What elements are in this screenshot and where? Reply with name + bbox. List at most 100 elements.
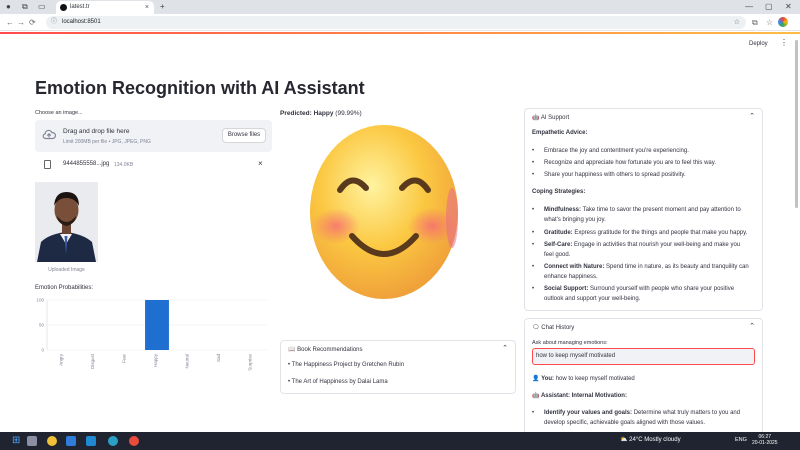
coping-item-name: Social Support: (544, 286, 589, 292)
emotion-probability-chart: 100 50 0 Angry Disgust Fear Happy Neutral Sad Sur… (36, 298, 267, 371)
bullet-icon: • (532, 410, 535, 416)
browser-tab[interactable]: latest.tr × (56, 1, 154, 14)
assistant-label: Assistant: Internal Motivation: (540, 393, 627, 399)
coping-item-text: Spend time in nature, as its beauty and … (606, 264, 749, 270)
uploader-label: Choose an image... (35, 110, 83, 116)
coping-item-name: Gratitude: (544, 230, 573, 236)
bullet-icon: • (532, 230, 535, 236)
clock-date: 20-01-2025 (752, 440, 778, 446)
remove-file-button[interactable]: × (258, 159, 263, 168)
tab-title: latest.tr (70, 4, 90, 10)
coping-item-text: what's bringing you joy. (544, 217, 606, 223)
weather-widget[interactable]: ⛅ 24°C Mostly cloudy (620, 436, 681, 443)
tab-close-icon[interactable]: × (145, 1, 149, 14)
x-tick-label: Happy (153, 353, 158, 367)
file-icon (44, 160, 51, 169)
advice-item: Recognize and appreciate how fortunate y… (544, 160, 716, 166)
weather-temp: 24°C (629, 437, 643, 443)
coping-item-text: Engage in activities that nourish your w… (574, 242, 741, 248)
tab-actions-icon[interactable]: ▭ (38, 0, 46, 14)
chat-history-panel: 🗨 Chat History ⌃ Ask about managing emot… (524, 318, 763, 438)
deploy-button[interactable]: Deploy (749, 41, 768, 47)
new-tab-button[interactable]: + (160, 0, 165, 14)
coping-item: Gratitude: Express gratitude for the thi… (544, 228, 759, 238)
x-tick-label: Surprise (247, 354, 252, 371)
bookmark-star-icon[interactable]: ☆ (734, 16, 740, 29)
coping-item-name: Connect with Nature: (544, 264, 605, 270)
collapse-chevron-icon[interactable]: ⌃ (749, 322, 755, 330)
address-bar: ← → ⟳ ⓘ localhost:8501 ☆ ⧉ ☆ (0, 14, 800, 31)
bullet-icon: • (532, 264, 535, 270)
prediction-text: Predicted: Happy (99.99%) (280, 110, 362, 117)
assistant-item-text: Determine what truly matters to you and (633, 410, 741, 416)
user-message-text: how to keep myself motivated (555, 376, 635, 382)
ai-support-title: AI Support (540, 115, 570, 121)
coping-item-text: feel good. (544, 252, 571, 258)
x-tick-label: Fear (122, 354, 127, 364)
ai-support-header[interactable]: 🤖 AI Support (532, 114, 569, 121)
coping-strategies-title: Coping Strategies: (532, 189, 586, 195)
bar-happy (145, 300, 169, 350)
user-avatar-icon: 👤 (532, 376, 540, 382)
dropzone-instructions: Drag and drop file here (63, 128, 130, 135)
coping-item-text: enhance happiness. (544, 274, 598, 280)
main-menu-icon[interactable]: ⋮ (780, 38, 788, 47)
collapse-chevron-icon[interactable]: ⌃ (502, 344, 508, 352)
workspaces-icon[interactable]: ⧉ (22, 0, 28, 14)
dropzone-limit: Limit 200MB per file • JPG, JPEG, PNG (63, 139, 151, 145)
assistant-item: Identify your values and goals: Determin… (544, 408, 759, 428)
assistant-item-text: develop specific, achievable goals align… (544, 420, 706, 426)
coping-item-name: Self-Care: (544, 242, 573, 248)
robot-icon: 🤖 (532, 115, 540, 121)
book-recommendations-header[interactable]: 📖 Book Recommendations (288, 346, 363, 353)
coping-item-text: outlook and support your well-being. (544, 296, 641, 302)
uploaded-file-size: 134.0KB (114, 162, 134, 168)
site-info-icon[interactable]: ⓘ (51, 16, 57, 29)
assistant-avatar-icon: 🤖 (532, 393, 540, 399)
url-input[interactable]: ⓘ localhost:8501 ☆ (46, 16, 746, 29)
windows-start-icon[interactable]: ⊞ (12, 436, 22, 446)
ask-label: Ask about managing emotions: (532, 340, 608, 346)
book-recommendations-panel: 📖 Book Recommendations ⌃ • The Happiness… (280, 340, 516, 394)
app-icon[interactable] (129, 436, 139, 446)
search-icon[interactable] (27, 436, 37, 446)
coping-item: Self-Care: Engage in activities that nou… (544, 240, 759, 260)
book-item: • The Happiness Project by Gretchen Rubi… (288, 362, 405, 368)
maximize-icon[interactable]: ▢ (765, 0, 773, 14)
file-dropzone[interactable]: Drag and drop file here Limit 200MB per … (35, 120, 272, 152)
file-explorer-icon[interactable] (66, 436, 76, 446)
back-icon[interactable]: ← (6, 16, 14, 29)
edge-icon[interactable] (108, 436, 118, 446)
close-window-icon[interactable]: ✕ (785, 0, 792, 14)
profile-icon[interactable]: ● (6, 0, 11, 14)
copilot-icon[interactable] (778, 17, 788, 27)
advice-item: Embrace the joy and contentment you're e… (544, 148, 689, 154)
extensions-icon[interactable]: ⧉ (752, 16, 758, 29)
chat-history-header[interactable]: 🗨 Chat History (532, 324, 574, 331)
user-message: 👤 You: how to keep myself motivated (532, 374, 635, 384)
ai-support-panel: 🤖 AI Support ⌃ Empathetic Advice: • Embr… (524, 108, 763, 311)
chrome-icon[interactable] (47, 436, 57, 446)
x-tick-label: Neutral (184, 354, 189, 369)
favorites-icon[interactable]: ☆ (766, 16, 773, 29)
coping-item: Connect with Nature: Spend time in natur… (544, 262, 759, 282)
chat-question-input[interactable]: how to keep myself motivated (532, 348, 755, 365)
clock[interactable]: 06:27 20-01-2025 (752, 434, 778, 446)
bullet-icon: • (532, 172, 535, 178)
page-scrollbar[interactable] (795, 40, 798, 208)
x-tick-label: Disgust (90, 353, 95, 369)
reload-icon[interactable]: ⟳ (29, 16, 36, 29)
probabilities-label: Emotion Probabilities: (35, 285, 94, 291)
y-tick-label: 0 (41, 348, 44, 353)
bullet-icon: • (532, 242, 535, 248)
browse-files-button[interactable]: Browse files (222, 128, 266, 143)
uploaded-file-name: 9444855558...jpg (63, 161, 110, 167)
book-recommendations-title: Book Recommendations (297, 347, 363, 353)
minimize-icon[interactable]: — (745, 0, 753, 14)
browser-tab-bar: ● ⧉ ▭ latest.tr × + — ▢ ✕ (0, 0, 800, 14)
language-indicator[interactable]: ENG (735, 437, 747, 443)
forward-icon[interactable]: → (17, 16, 25, 29)
collapse-chevron-icon[interactable]: ⌃ (749, 112, 755, 120)
weather-text: Mostly cloudy (644, 437, 681, 443)
vscode-icon[interactable] (86, 436, 96, 446)
